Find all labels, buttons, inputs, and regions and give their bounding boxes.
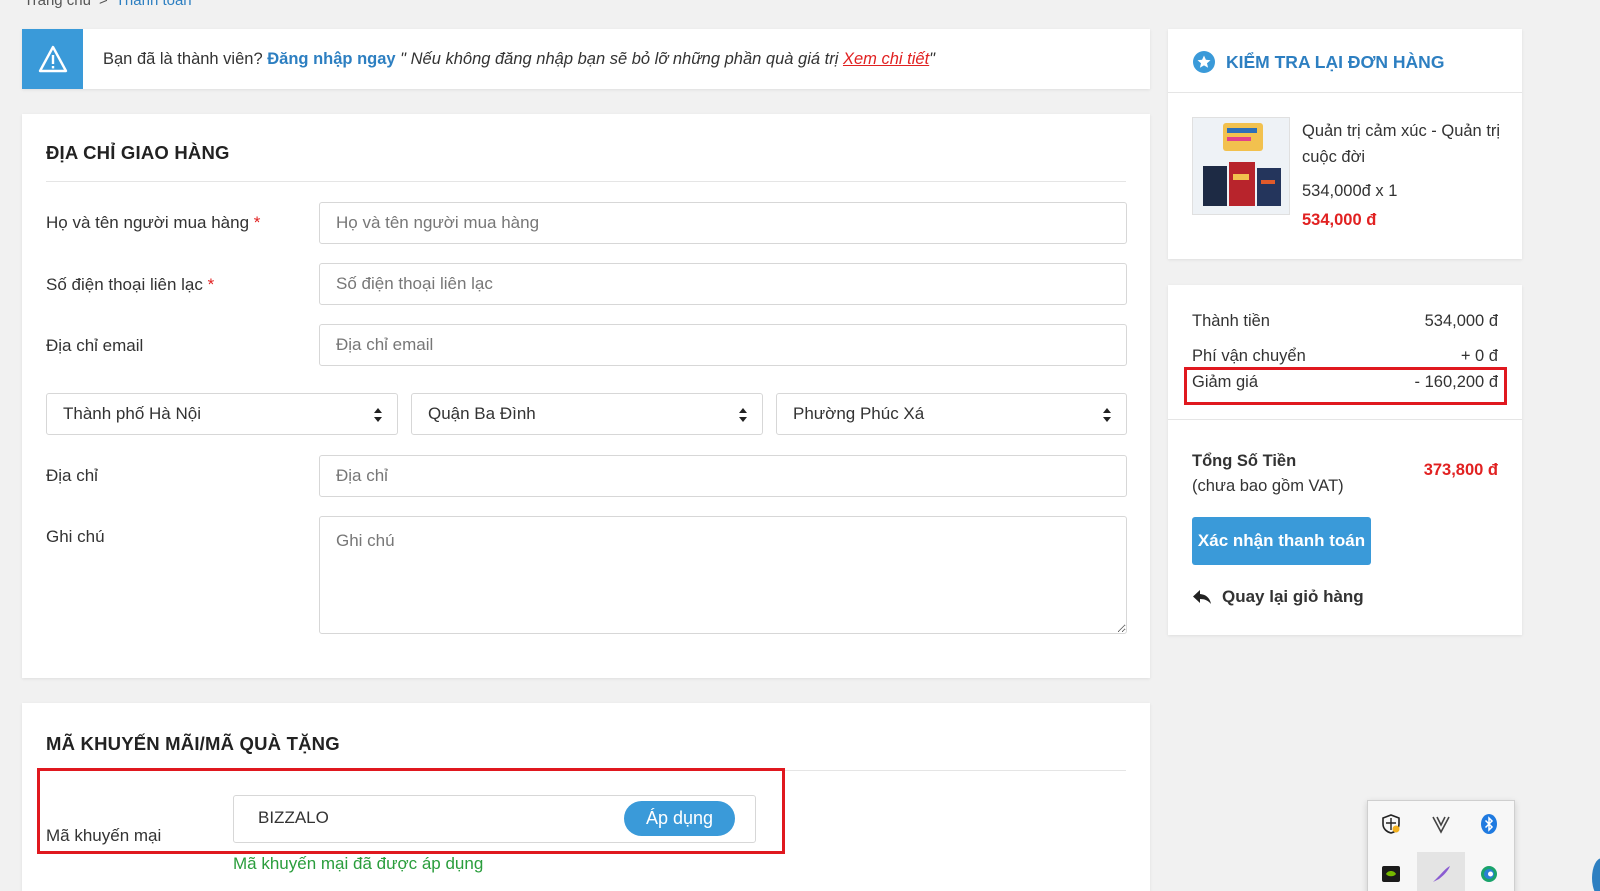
promo-title: MÃ KHUYẾN MÃI/MÃ QUÀ TẶNG bbox=[46, 733, 340, 754]
system-tray-overflow bbox=[1367, 800, 1515, 891]
apply-promo-button[interactable]: Áp dụng bbox=[624, 801, 735, 836]
back-to-cart-link[interactable]: Quay lại giỏ hàng bbox=[1192, 587, 1364, 607]
ward-value: Phường Phúc Xá bbox=[793, 404, 925, 423]
edge-icon[interactable] bbox=[1474, 859, 1504, 889]
nvidia-icon[interactable] bbox=[1376, 859, 1406, 889]
select-arrows-icon bbox=[739, 408, 747, 422]
back-to-cart-label: Quay lại giỏ hàng bbox=[1222, 587, 1364, 606]
total-label: Tổng Số Tiền (chưa bao gồm VAT) bbox=[1192, 449, 1344, 499]
order-review-header: KIỂM TRA LẠI ĐƠN HÀNG bbox=[1192, 50, 1444, 74]
divider bbox=[1168, 419, 1522, 420]
divider bbox=[1168, 92, 1522, 93]
name-label-text: Họ và tên người mua hàng bbox=[46, 213, 250, 232]
required-mark: * bbox=[207, 275, 215, 294]
select-arrows-icon bbox=[374, 408, 382, 422]
breadcrumb-home[interactable]: Trang chủ bbox=[24, 0, 91, 9]
shipping-title: ĐỊA CHỈ GIAO HÀNG bbox=[46, 142, 230, 163]
breadcrumb-current[interactable]: Thanh toán bbox=[116, 0, 192, 9]
order-review-panel: KIỂM TRA LẠI ĐƠN HÀNG Quản trị cảm xúc -… bbox=[1168, 29, 1522, 259]
promo-success-message: Mã khuyến mại đã được áp dụng bbox=[233, 854, 484, 873]
notice-prefix: Bạn đã là thành viên? bbox=[103, 49, 263, 68]
subtotal-value: 534,000 đ bbox=[1424, 312, 1498, 330]
district-value: Quận Ba Đình bbox=[428, 404, 536, 423]
select-arrows-icon bbox=[1103, 408, 1111, 422]
shipping-fee-row: Phí vận chuyển + 0 đ bbox=[1192, 347, 1498, 366]
view-detail-link[interactable]: Xem chi tiết bbox=[843, 50, 929, 68]
email-input[interactable] bbox=[319, 324, 1127, 366]
bluetooth-icon[interactable] bbox=[1474, 809, 1504, 839]
product-price: 534,000 đ bbox=[1302, 211, 1377, 229]
email-label: Địa chỉ email bbox=[46, 336, 144, 355]
breadcrumb-separator: > bbox=[98, 0, 108, 9]
address-input[interactable] bbox=[319, 455, 1127, 497]
vpn-icon[interactable] bbox=[1426, 809, 1456, 839]
notice-text: Bạn đã là thành viên? Đăng nhập ngay " N… bbox=[103, 50, 935, 69]
product-name[interactable]: Quản trị cảm xúc - Quản trị cuộc đời bbox=[1302, 118, 1502, 170]
ward-select[interactable]: Phường Phúc Xá bbox=[776, 393, 1127, 435]
screen-edge-widget[interactable] bbox=[1592, 858, 1600, 891]
total-vat-note: (chưa bao gồm VAT) bbox=[1192, 477, 1344, 495]
breadcrumb: Trang chủ > Thanh toán bbox=[24, 0, 192, 9]
divider bbox=[46, 181, 1126, 182]
back-arrow-icon bbox=[1193, 590, 1211, 604]
security-shield-icon[interactable] bbox=[1376, 809, 1406, 839]
total-value: 373,800 đ bbox=[1423, 461, 1498, 479]
shipping-fee-value: + 0 đ bbox=[1460, 347, 1498, 365]
city-value: Thành phố Hà Nội bbox=[63, 404, 201, 423]
login-now-link[interactable]: Đăng nhập ngay bbox=[267, 50, 395, 68]
subtotal-row: Thành tiền 534,000 đ bbox=[1192, 312, 1498, 331]
district-select[interactable]: Quận Ba Đình bbox=[411, 393, 763, 435]
phone-label-text: Số điện thoại liên lạc bbox=[46, 275, 203, 294]
phone-label: Số điện thoại liên lạc * bbox=[46, 275, 214, 295]
note-label: Ghi chú bbox=[46, 527, 105, 546]
shipping-fee-label: Phí vận chuyển bbox=[1192, 347, 1306, 365]
discount-highlight-box bbox=[1184, 367, 1507, 405]
phone-input[interactable] bbox=[319, 263, 1127, 305]
total-label-text: Tổng Số Tiền bbox=[1192, 452, 1297, 470]
product-quantity: 534,000đ x 1 bbox=[1302, 182, 1398, 200]
notice-italic: " Nếu không đăng nhập bạn sẽ bỏ lỡ những… bbox=[400, 49, 839, 68]
address-label: Địa chỉ bbox=[46, 466, 98, 485]
notice-close-quote: " bbox=[929, 49, 936, 68]
confirm-payment-button[interactable]: Xác nhận thanh toán bbox=[1192, 517, 1371, 565]
order-summary-panel: Thành tiền 534,000 đ Phí vận chuyển + 0 … bbox=[1168, 285, 1522, 635]
member-notice-bar: Bạn đã là thành viên? Đăng nhập ngay " N… bbox=[22, 29, 1150, 89]
note-textarea[interactable] bbox=[319, 516, 1127, 634]
required-mark: * bbox=[253, 213, 261, 232]
warning-icon bbox=[22, 29, 83, 89]
shipping-address-panel: ĐỊA CHỈ GIAO HÀNG Họ và tên người mua hà… bbox=[22, 114, 1150, 678]
star-badge-icon bbox=[1193, 51, 1215, 73]
subtotal-label: Thành tiền bbox=[1192, 312, 1270, 330]
order-review-title: KIỂM TRA LẠI ĐƠN HÀNG bbox=[1226, 51, 1445, 72]
promo-code-value: BIZZALO bbox=[258, 808, 329, 827]
product-thumbnail[interactable] bbox=[1192, 117, 1290, 215]
buyer-name-input[interactable] bbox=[319, 202, 1127, 244]
name-label: Họ và tên người mua hàng * bbox=[46, 213, 260, 233]
city-select[interactable]: Thành phố Hà Nội bbox=[46, 393, 398, 435]
pen-icon[interactable] bbox=[1426, 859, 1456, 889]
